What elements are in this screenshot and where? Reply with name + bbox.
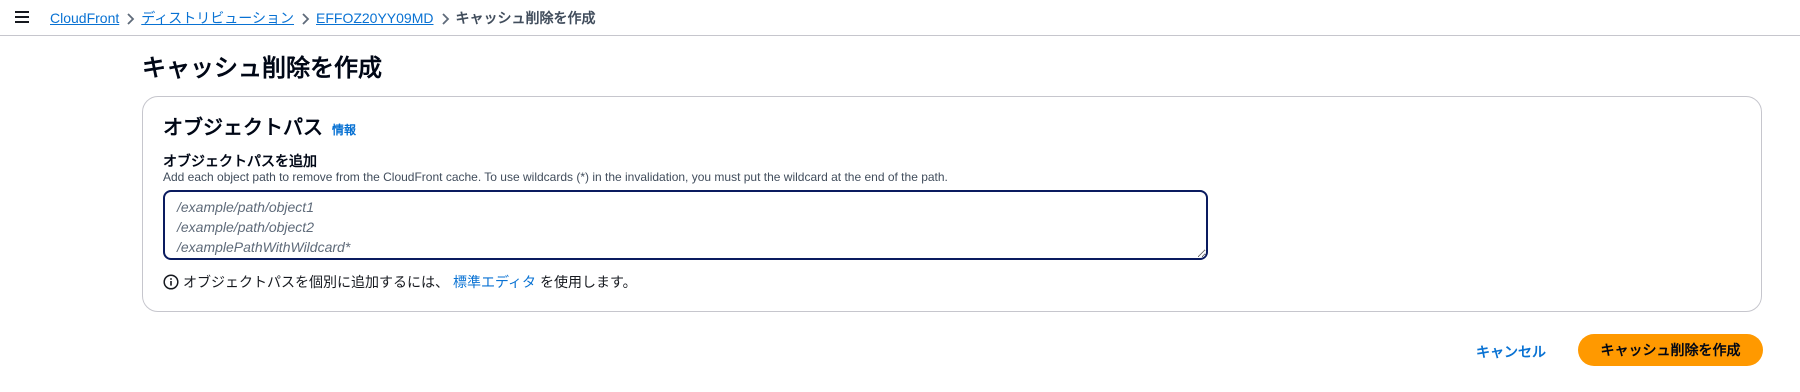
- object-path-field-description: Add each object path to remove from the …: [163, 170, 948, 184]
- panel-title: オブジェクトパス: [163, 117, 323, 139]
- hint-suffix: を使用します。: [540, 274, 637, 290]
- object-paths-panel: オブジェクトパス 情報 オブジェクトパスを追加 Add each object …: [142, 96, 1762, 312]
- page-title: キャッシュ削除を作成: [142, 55, 382, 82]
- breadcrumb-distribution-id[interactable]: EFFOZ20YY09MD: [316, 10, 433, 26]
- editor-hint: オブジェクトパスを個別に追加するには、 標準エディタ を使用します。: [163, 272, 637, 292]
- hint-prefix: オブジェクトパスを個別に追加するには、: [183, 274, 449, 290]
- breadcrumb-current: キャッシュ削除を作成: [455, 10, 596, 26]
- info-circle-icon: [163, 274, 179, 290]
- breadcrumb-cloudfront[interactable]: CloudFront: [50, 10, 119, 26]
- create-invalidation-button[interactable]: キャッシュ削除を作成: [1578, 334, 1763, 366]
- object-paths-textarea[interactable]: [163, 190, 1208, 260]
- object-path-field-label: オブジェクトパスを追加: [163, 153, 317, 169]
- chevron-right-icon: [119, 10, 141, 26]
- chevron-right-icon: [434, 10, 456, 26]
- panel-header: オブジェクトパス 情報: [163, 111, 356, 140]
- top-navigation-bar: CloudFront ディストリビューション EFFOZ20YY09MD キャッ…: [0, 0, 1800, 36]
- breadcrumb: CloudFront ディストリビューション EFFOZ20YY09MD キャッ…: [50, 8, 596, 28]
- info-link[interactable]: 情報: [332, 121, 356, 138]
- breadcrumb-distributions[interactable]: ディストリビューション: [141, 8, 294, 28]
- cancel-button[interactable]: キャンセル: [1466, 336, 1556, 368]
- standard-editor-link[interactable]: 標準エディタ: [453, 272, 536, 292]
- hamburger-menu-icon[interactable]: [14, 9, 32, 25]
- chevron-right-icon: [294, 10, 316, 26]
